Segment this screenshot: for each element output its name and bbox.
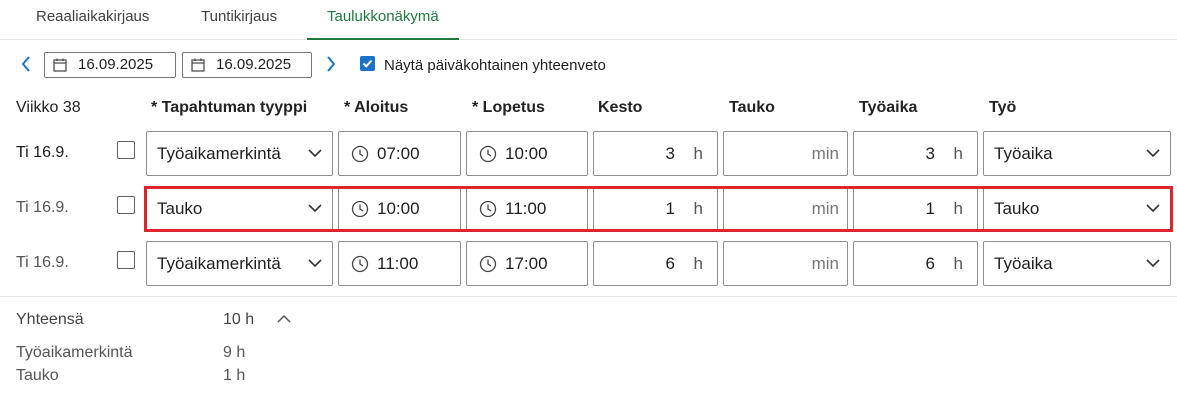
- end-time-value: 17:00: [505, 254, 548, 273]
- work-select[interactable]: Työaika: [983, 131, 1171, 176]
- type-select[interactable]: Työaikamerkintä: [146, 241, 333, 286]
- header-worktime: Työaika: [859, 99, 918, 116]
- summary-item-label: Tauko: [16, 367, 59, 384]
- chevron-right-icon: [327, 56, 336, 72]
- row-checkbox[interactable]: [117, 196, 135, 214]
- chevron-down-icon: [1146, 149, 1160, 158]
- end-time-field[interactable]: 17:00: [466, 241, 588, 286]
- calendar-icon: [191, 58, 205, 72]
- row-date: Ti 16.9.: [16, 254, 69, 271]
- worktime-field[interactable]: 3 h: [853, 131, 978, 176]
- worktime-unit: h: [953, 144, 963, 163]
- chevron-up-icon: [277, 314, 291, 323]
- break-field[interactable]: min: [723, 241, 848, 286]
- tab-tuntikirjaus[interactable]: Tuntikirjaus: [201, 0, 277, 40]
- start-time-value: 07:00: [377, 144, 420, 163]
- summary-checkbox[interactable]: [360, 56, 375, 71]
- end-time-field[interactable]: 10:00: [466, 131, 588, 176]
- header-duration: Kesto: [598, 99, 643, 116]
- break-field[interactable]: min: [723, 131, 848, 176]
- header-type: * Tapahtuman tyyppi: [151, 99, 308, 116]
- worktime-value: 6: [925, 254, 935, 273]
- collapse-summary-button[interactable]: [276, 312, 292, 324]
- clock-icon: [351, 145, 369, 163]
- chevron-left-icon: [21, 56, 30, 72]
- end-date-field[interactable]: 16.09.2025: [182, 52, 312, 78]
- chevron-down-icon: [1146, 259, 1160, 268]
- header-work: Työ: [989, 99, 1017, 116]
- header-start: * Aloitus: [344, 99, 409, 116]
- worktime-field[interactable]: 6 h: [853, 241, 978, 286]
- break-unit: min: [811, 144, 839, 163]
- checkmark-icon: [362, 59, 373, 68]
- end-time-value: 10:00: [505, 144, 548, 163]
- summary-item-value: 1 h: [223, 367, 246, 384]
- duration-field[interactable]: 3 h: [593, 131, 718, 176]
- duration-value: 6: [665, 254, 675, 273]
- tab-taulukkonakyma[interactable]: Taulukkonäkymä: [307, 0, 459, 40]
- start-time-field[interactable]: 07:00: [338, 131, 461, 176]
- summary-item-value: 9 h: [223, 344, 246, 361]
- type-select[interactable]: Työaikamerkintä: [146, 131, 333, 176]
- type-value: Työaikamerkintä: [157, 254, 281, 273]
- duration-value: 3: [665, 144, 675, 163]
- row-checkbox[interactable]: [117, 141, 135, 159]
- clock-icon: [351, 255, 369, 273]
- start-date-value: 16.09.2025: [78, 56, 154, 73]
- week-label: Viikko 38: [16, 99, 81, 116]
- end-date-value: 16.09.2025: [216, 56, 292, 73]
- total-label: Yhteensä: [16, 311, 84, 328]
- total-value: 10 h: [223, 311, 255, 328]
- table-row: Ti 16.9. Työaikamerkintä 07:00 10:00 3 h…: [0, 131, 1177, 177]
- break-unit: min: [811, 254, 839, 273]
- table-row: Ti 16.9. Työaikamerkintä 11:00 17:00 6 h…: [0, 241, 1177, 287]
- tab-reaaliaikakirjaus[interactable]: Reaaliaikakirjaus: [36, 0, 149, 40]
- work-value: Työaika: [994, 144, 1053, 163]
- start-date-field[interactable]: 16.09.2025: [44, 52, 176, 78]
- row-date: Ti 16.9.: [16, 199, 69, 216]
- previous-week-button[interactable]: [17, 53, 35, 75]
- row-checkbox[interactable]: [117, 251, 135, 269]
- chevron-down-icon: [308, 149, 322, 158]
- header-break: Tauko: [729, 99, 775, 116]
- row-date: Ti 16.9.: [16, 144, 69, 161]
- header-end: * Lopetus: [472, 99, 545, 116]
- next-week-button[interactable]: [322, 53, 340, 75]
- work-select[interactable]: Työaika: [983, 241, 1171, 286]
- duration-unit: h: [693, 254, 703, 273]
- worktime-value: 3: [925, 144, 935, 163]
- divider: [0, 296, 1177, 297]
- summary-item-label: Työaikamerkintä: [16, 344, 133, 361]
- duration-field[interactable]: 6 h: [593, 241, 718, 286]
- clock-icon: [479, 255, 497, 273]
- work-value: Työaika: [994, 254, 1053, 273]
- duration-unit: h: [693, 144, 703, 163]
- start-time-field[interactable]: 11:00: [338, 241, 461, 286]
- calendar-icon: [53, 58, 67, 72]
- tab-bar: Reaaliaikakirjaus Tuntikirjaus Taulukkon…: [0, 0, 1177, 40]
- start-time-value: 11:00: [377, 254, 419, 273]
- worktime-unit: h: [953, 254, 963, 273]
- summary-checkbox-label[interactable]: Näytä päiväkohtainen yhteenveto: [384, 57, 606, 74]
- type-value: Työaikamerkintä: [157, 144, 281, 163]
- chevron-down-icon: [308, 259, 322, 268]
- clock-icon: [479, 145, 497, 163]
- row-highlight-frame: [144, 186, 1173, 232]
